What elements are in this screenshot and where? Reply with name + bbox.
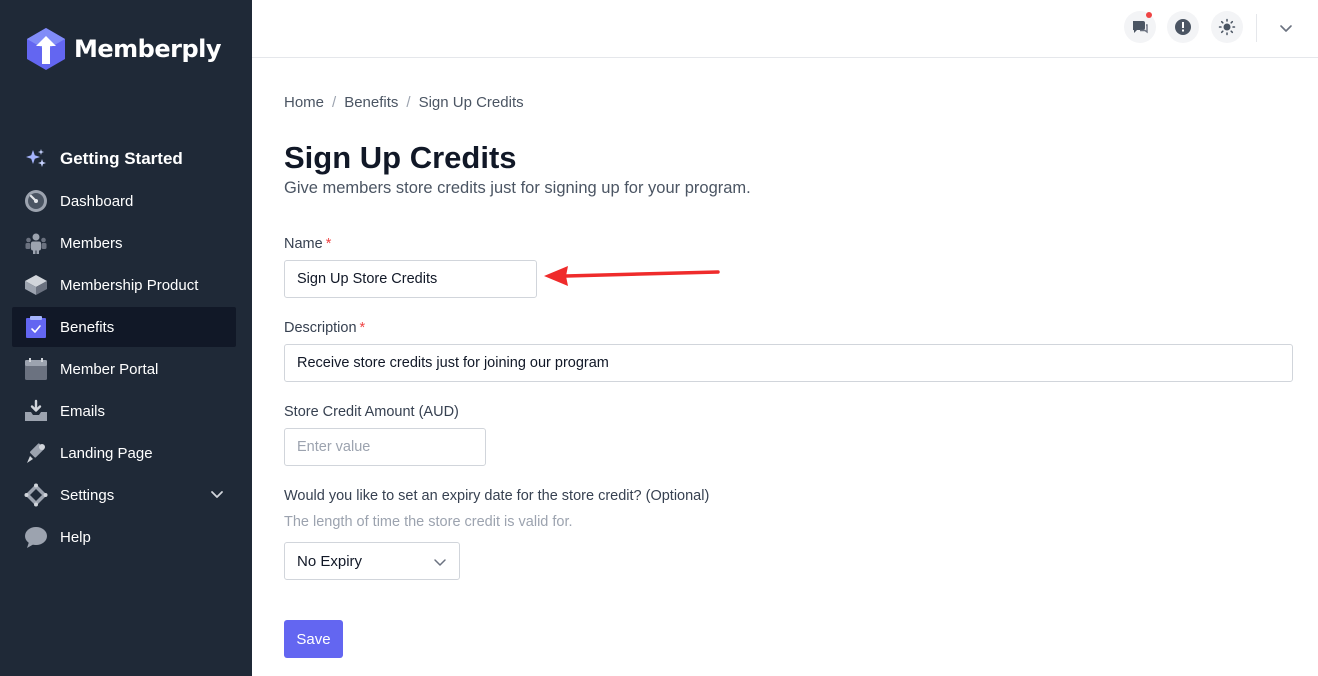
breadcrumb-separator: / xyxy=(406,94,411,111)
alert-icon xyxy=(1175,19,1191,35)
breadcrumb: Home / Benefits / Sign Up Credits xyxy=(284,94,524,111)
brand-logo[interactable]: Memberply xyxy=(24,26,222,72)
topbar-divider xyxy=(1256,14,1257,42)
expiry-label: Would you like to set an expiry date for… xyxy=(284,488,710,504)
sun-icon xyxy=(1218,18,1236,36)
chat-bubble-icon xyxy=(24,525,48,549)
breadcrumb-benefits[interactable]: Benefits xyxy=(344,94,398,111)
required-marker: * xyxy=(325,236,332,252)
sidebar-item-label: Member Portal xyxy=(60,360,159,378)
sidebar-item-dashboard[interactable]: Dashboard xyxy=(12,181,236,221)
save-button[interactable]: Save xyxy=(284,620,343,658)
sparkles-icon xyxy=(24,147,48,171)
cube-icon xyxy=(24,273,48,297)
description-label-text: Description xyxy=(284,320,357,336)
sidebar-item-label: Dashboard xyxy=(60,192,134,210)
sidebar-item-membership-product[interactable]: Membership Product xyxy=(12,265,236,305)
page-title: Sign Up Credits xyxy=(284,140,517,175)
theme-toggle-button[interactable] xyxy=(1211,11,1243,43)
sidebar-item-members[interactable]: Members xyxy=(12,223,236,263)
expiry-select[interactable]: No Expiry xyxy=(284,542,460,580)
inbox-icon xyxy=(24,399,48,423)
chevron-down-icon[interactable] xyxy=(1278,20,1294,36)
sidebar-item-label: Members xyxy=(60,234,123,252)
sidebar-item-landing-page[interactable]: Landing Page xyxy=(12,433,236,473)
users-icon xyxy=(24,231,48,255)
sidebar-item-label: Settings xyxy=(60,486,115,504)
sidebar-item-getting-started[interactable]: Getting Started xyxy=(12,139,236,179)
name-label-text: Name xyxy=(284,236,323,252)
chevron-down-icon xyxy=(434,559,446,566)
brand-name: Memberply xyxy=(74,35,222,63)
sidebar-item-label: Help xyxy=(60,528,91,546)
sidebar-item-emails[interactable]: Emails xyxy=(12,391,236,431)
sidebar-item-label: Benefits xyxy=(60,318,115,336)
sidebar-item-label: Emails xyxy=(60,402,106,420)
amount-label: Store Credit Amount (AUD) xyxy=(284,404,459,420)
sidebar-item-label: Landing Page xyxy=(60,444,153,462)
notification-dot xyxy=(1146,12,1152,18)
expiry-selected-value: No Expiry xyxy=(297,552,363,570)
name-field[interactable] xyxy=(284,260,537,298)
required-marker: * xyxy=(359,320,366,336)
sidebar: Memberply Getting Started Dashboard Memb… xyxy=(0,0,252,676)
chat-icon xyxy=(1133,21,1148,34)
description-label: Description * xyxy=(284,320,365,336)
settings-icon xyxy=(24,483,48,507)
sidebar-nav: Getting Started Dashboard Members Member… xyxy=(12,139,236,559)
sidebar-item-help[interactable]: Help xyxy=(12,517,236,557)
breadcrumb-separator: / xyxy=(332,94,337,111)
sidebar-item-label: Getting Started xyxy=(60,149,183,168)
page-subtitle: Give members store credits just for sign… xyxy=(284,179,751,197)
expiry-help-text: The length of time the store credit is v… xyxy=(284,514,573,530)
description-field[interactable] xyxy=(284,344,1293,382)
chevron-down-icon[interactable] xyxy=(210,487,224,501)
red-arrow-icon xyxy=(544,266,720,286)
gauge-icon xyxy=(24,189,48,213)
topbar xyxy=(252,0,1318,58)
alert-button[interactable] xyxy=(1167,11,1199,43)
sidebar-item-benefits[interactable]: Benefits xyxy=(12,307,236,347)
memberply-logo-icon xyxy=(27,28,65,70)
breadcrumb-home[interactable]: Home xyxy=(284,94,324,111)
chat-button[interactable] xyxy=(1124,11,1156,43)
pen-icon xyxy=(24,441,48,465)
breadcrumb-current: Sign Up Credits xyxy=(418,94,524,111)
sidebar-item-settings[interactable]: Settings xyxy=(12,475,236,515)
clipboard-check-icon xyxy=(24,315,48,339)
name-label: Name * xyxy=(284,236,331,252)
sidebar-item-member-portal[interactable]: Member Portal xyxy=(12,349,236,389)
sidebar-item-label: Membership Product xyxy=(60,276,199,294)
store-credit-amount-input[interactable] xyxy=(284,428,486,466)
calendar-icon xyxy=(24,357,48,381)
